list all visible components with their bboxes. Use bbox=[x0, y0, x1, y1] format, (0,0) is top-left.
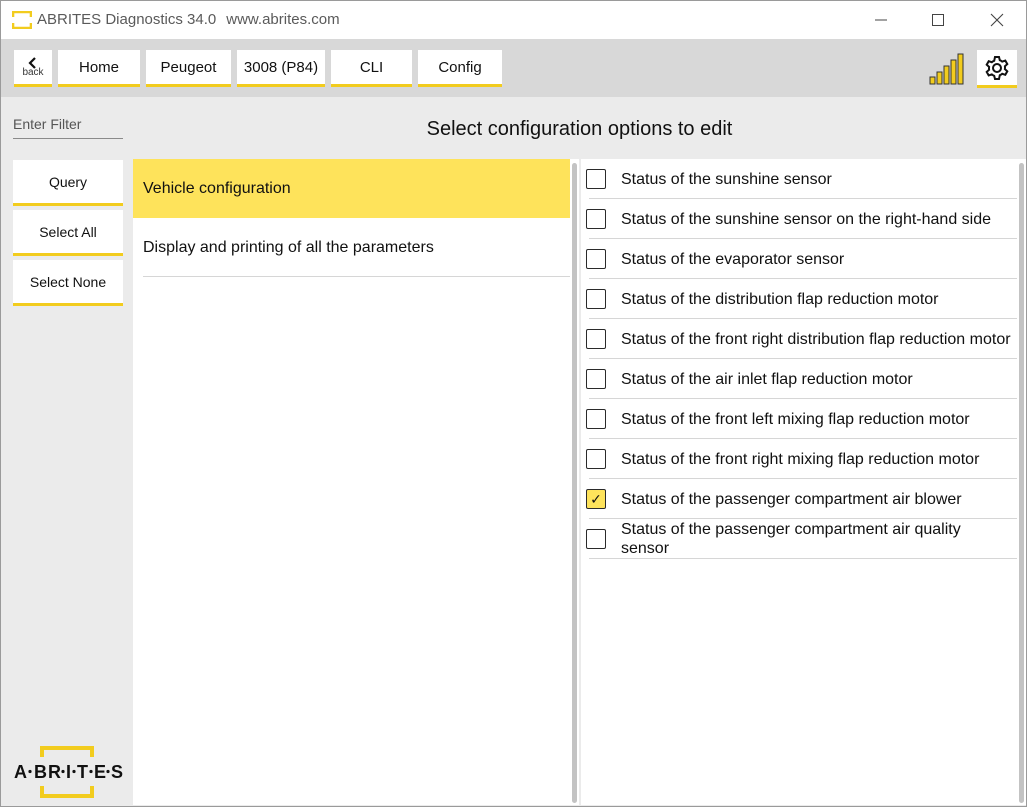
svg-text:A: A bbox=[14, 762, 27, 782]
window-title: ABRITES Diagnostics 34.0 www.abrites.com bbox=[37, 11, 340, 28]
option-label: Status of the air inlet flap reduction m… bbox=[621, 370, 913, 388]
option-checkbox[interactable] bbox=[586, 169, 606, 189]
filter-input[interactable]: Enter Filter bbox=[13, 113, 123, 139]
svg-text:R: R bbox=[48, 762, 61, 782]
minimize-button[interactable] bbox=[852, 1, 910, 39]
back-label: back bbox=[22, 67, 44, 78]
category-vehicle-configuration[interactable]: Vehicle configuration bbox=[133, 159, 570, 218]
option-checkbox[interactable]: ✓ bbox=[586, 489, 606, 509]
svg-text:I: I bbox=[66, 762, 71, 782]
option-label: Status of the front left mixing flap red… bbox=[621, 410, 970, 428]
toolbar: back Home Peugeot 3008 (P84) CLI Config bbox=[1, 39, 1026, 97]
option-label: Status of the sunshine sensor on the rig… bbox=[621, 210, 992, 228]
option-row[interactable]: Status of the air inlet flap reduction m… bbox=[581, 359, 1017, 399]
option-list: Status of the sunshine sensor Status of … bbox=[581, 159, 1026, 805]
option-row[interactable]: Status of the front right distribution f… bbox=[581, 319, 1017, 359]
option-row[interactable]: Status of the evaporator sensor bbox=[581, 239, 1017, 279]
option-label: Status of the front right mixing flap re… bbox=[621, 450, 980, 468]
query-button[interactable]: Query bbox=[13, 160, 123, 206]
app-name: ABRITES Diagnostics 34.0 bbox=[37, 11, 217, 28]
option-checkbox[interactable] bbox=[586, 529, 606, 549]
maximize-icon bbox=[932, 14, 944, 26]
option-label: Status of the distribution flap reductio… bbox=[621, 290, 939, 308]
option-checkbox[interactable] bbox=[586, 289, 606, 309]
option-row[interactable]: Status of the sunshine sensor on the rig… bbox=[581, 199, 1017, 239]
gear-icon bbox=[985, 55, 1009, 80]
option-checkbox[interactable] bbox=[586, 369, 606, 389]
close-button[interactable] bbox=[968, 1, 1026, 39]
option-row[interactable]: Status of the distribution flap reductio… bbox=[581, 279, 1017, 319]
title-bar[interactable]: ABRITES Diagnostics 34.0 www.abrites.com bbox=[1, 1, 1026, 39]
abrites-brand-logo: A B R I T E S bbox=[14, 746, 123, 798]
option-checkbox[interactable] bbox=[586, 409, 606, 429]
option-checkbox[interactable] bbox=[586, 329, 606, 349]
select-all-button[interactable]: Select All bbox=[13, 210, 123, 256]
option-row[interactable]: Status of the front left mixing flap red… bbox=[581, 399, 1017, 439]
settings-button[interactable] bbox=[977, 50, 1017, 88]
option-checkbox[interactable] bbox=[586, 449, 606, 469]
app-url: www.abrites.com bbox=[226, 11, 340, 28]
category-list: Vehicle configuration Display and printi… bbox=[133, 159, 579, 805]
option-label: Status of the evaporator sensor bbox=[621, 250, 845, 268]
svg-text:B: B bbox=[34, 762, 47, 782]
option-label: Status of the front right distribution f… bbox=[621, 330, 1011, 348]
svg-text:S: S bbox=[111, 762, 123, 782]
option-label: Status of the passenger compartment air … bbox=[621, 490, 962, 508]
option-row[interactable]: ✓ Status of the passenger compartment ai… bbox=[581, 479, 1017, 519]
svg-text:T: T bbox=[77, 762, 88, 782]
page-title: Select configuration options to edit bbox=[426, 118, 733, 140]
breadcrumb-peugeot[interactable]: Peugeot bbox=[146, 50, 231, 87]
signal-strength-icon bbox=[929, 53, 964, 85]
breadcrumb-cli[interactable]: CLI bbox=[331, 50, 412, 87]
option-scrollbar[interactable] bbox=[1019, 163, 1024, 803]
app-window: ABRITES Diagnostics 34.0 www.abrites.com … bbox=[0, 0, 1027, 807]
maximize-button[interactable] bbox=[909, 1, 967, 39]
option-label: Status of the passenger compartment air … bbox=[621, 521, 961, 557]
back-button[interactable]: back bbox=[14, 50, 52, 87]
minimize-icon bbox=[875, 19, 887, 21]
option-row[interactable]: Status of the front right mixing flap re… bbox=[581, 439, 1017, 479]
option-label: Status of the sunshine sensor bbox=[621, 170, 832, 188]
close-icon bbox=[990, 13, 1004, 27]
filter-placeholder: Enter Filter bbox=[13, 116, 82, 132]
select-none-button[interactable]: Select None bbox=[13, 260, 123, 306]
svg-text:E: E bbox=[94, 762, 106, 782]
breadcrumb-home[interactable]: Home bbox=[58, 50, 140, 87]
option-row[interactable]: Status of the passenger compartment air … bbox=[581, 519, 1017, 559]
abrites-logo-icon bbox=[12, 11, 32, 29]
breadcrumb-model[interactable]: 3008 (P84) bbox=[237, 50, 325, 87]
category-display-printing[interactable]: Display and printing of all the paramete… bbox=[133, 218, 570, 277]
option-checkbox[interactable] bbox=[586, 249, 606, 269]
option-checkbox[interactable] bbox=[586, 209, 606, 229]
option-row[interactable]: Status of the sunshine sensor bbox=[581, 159, 1017, 199]
category-scrollbar[interactable] bbox=[572, 163, 577, 803]
breadcrumb-config[interactable]: Config bbox=[418, 50, 502, 87]
